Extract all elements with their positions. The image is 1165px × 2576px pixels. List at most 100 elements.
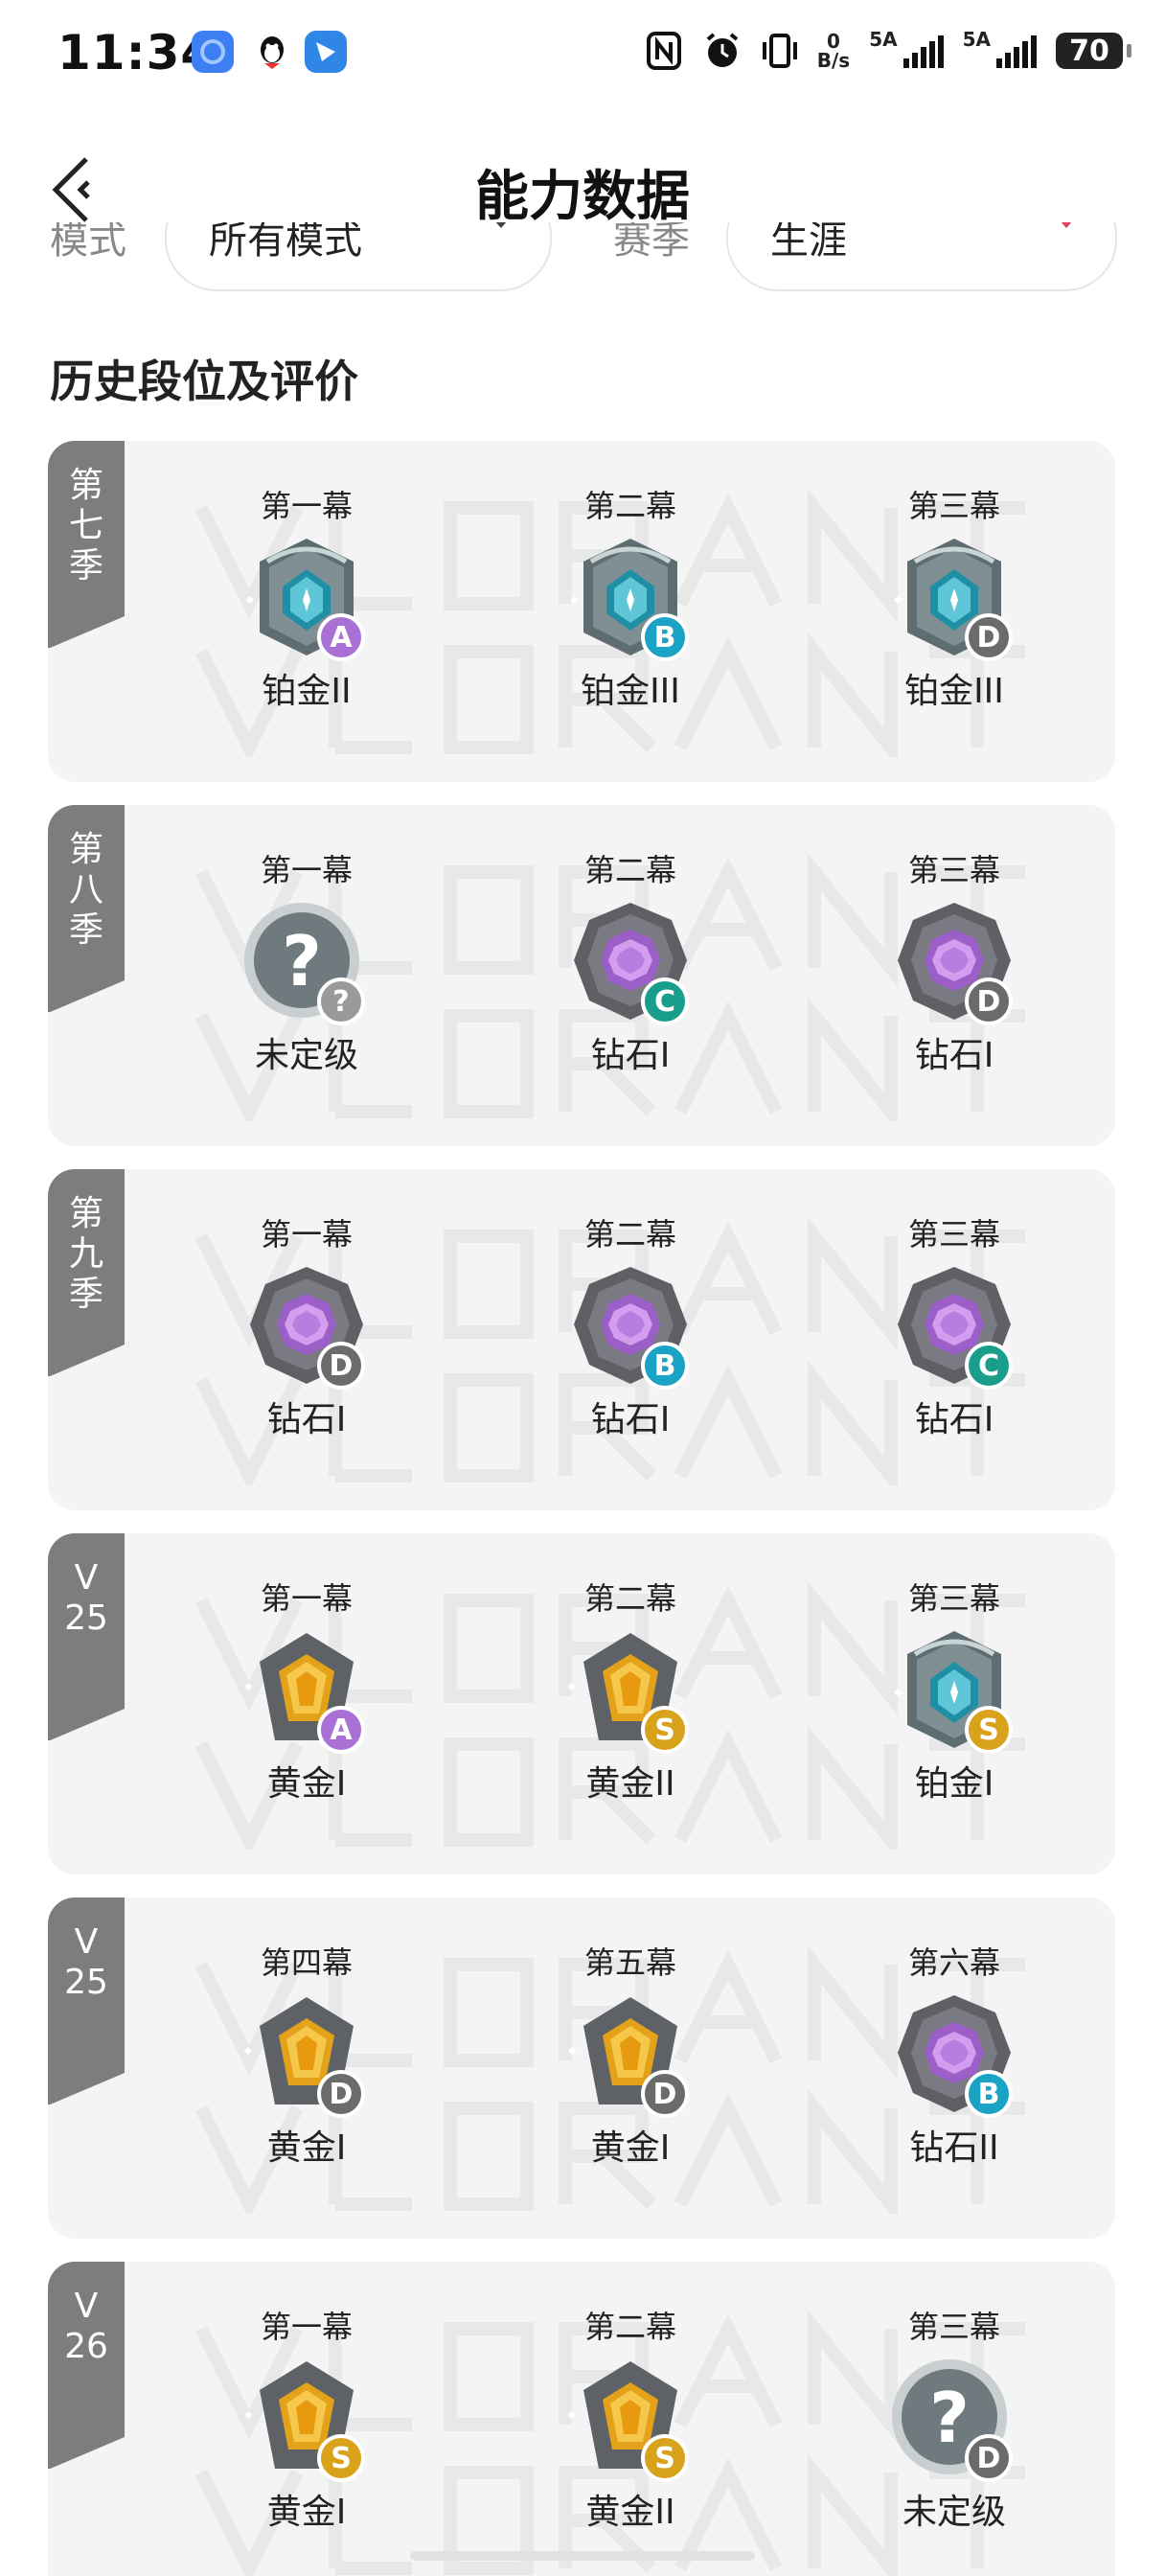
act-rank-item[interactable]: 第一幕 A 黄金I <box>201 1579 412 1806</box>
status-bar: 11:34 0 B/s 5A 5A 70 <box>0 0 1165 113</box>
platinum-rank-icon: D <box>882 533 1026 667</box>
act-name: 第二幕 <box>583 2309 676 2345</box>
signal-bars-icon <box>996 34 1037 68</box>
act-rank-item[interactable]: 第三幕 ? D 未定级 <box>849 2308 1060 2534</box>
rank-name: 黄金I <box>266 2493 347 2532</box>
act-rank-item[interactable]: 第三幕 D 铂金III <box>849 487 1060 713</box>
act-rank-item[interactable]: 第一幕 S 黄金I <box>201 2308 412 2534</box>
svg-text:?: ? <box>929 2378 970 2458</box>
act-rank-item[interactable]: 第三幕 C 钻石I <box>849 1215 1060 1441</box>
grade-badge: D <box>965 978 1013 1025</box>
grade-badge: B <box>641 1342 689 1390</box>
act-rank-item[interactable]: 第三幕 D 钻石I <box>849 851 1060 1077</box>
season-label: V 25 <box>64 1922 108 2002</box>
status-indicators: 0 B/s 5A 5A 70 <box>645 28 1131 73</box>
grade-badge: D <box>317 2070 365 2118</box>
season-label: V 26 <box>64 2287 108 2366</box>
sim1-label: 5A <box>869 28 898 51</box>
diamond-rank-icon: C <box>882 1261 1026 1395</box>
sim2-signal: 5A <box>963 28 1037 68</box>
act-rank-item[interactable]: 第一幕 ? ? 未定级 <box>201 851 412 1077</box>
section-title: 历史段位及评价 <box>50 356 358 407</box>
diamond-rank-icon: D <box>235 1261 378 1395</box>
rank-name: 铂金III <box>581 672 680 711</box>
act-rank-item[interactable]: 第二幕 S 黄金II <box>525 1579 736 1806</box>
act-name: 第二幕 <box>583 852 676 888</box>
act-rank-item[interactable]: 第一幕 A 铂金II <box>201 487 412 713</box>
grade-badge: ? <box>317 978 365 1025</box>
grade-badge: S <box>965 1706 1013 1754</box>
grade-badge: D <box>965 613 1013 661</box>
diamond-rank-icon: B <box>559 1261 702 1395</box>
chevron-down-icon <box>1060 222 1073 228</box>
act-rank-item[interactable]: 第二幕 C 钻石I <box>525 851 736 1077</box>
rank-name: 钻石I <box>266 1400 347 1439</box>
rank-name: 钻石I <box>914 1036 994 1075</box>
home-indicator[interactable] <box>410 2551 755 2561</box>
gold-rank-icon: S <box>559 2354 702 2488</box>
act-name: 第一幕 <box>260 1216 353 1253</box>
gold-rank-icon: D <box>235 1990 378 2124</box>
diamond-rank-icon: D <box>882 897 1026 1031</box>
season-card: 第 七 季 第一幕 A 铂金II 第二幕 B 铂金III 第三幕 D 铂金III <box>48 441 1115 782</box>
act-name: 第三幕 <box>907 1580 1000 1617</box>
net-speed-value: 0 <box>827 30 840 53</box>
season-tab: V 26 <box>48 2262 125 2470</box>
grade-badge: S <box>641 2434 689 2482</box>
season-card: V 25 第一幕 A 黄金I 第二幕 S 黄金II 第三幕 S 铂金I <box>48 1533 1115 1874</box>
season-filter-select[interactable]: 生涯 <box>726 222 1117 291</box>
season-label: 第 九 季 <box>68 1194 103 1314</box>
rank-name: 黄金I <box>590 2128 671 2168</box>
act-name: 第二幕 <box>583 1580 676 1617</box>
unranked-rank-icon: ? D <box>882 2354 1026 2488</box>
rank-name: 钻石II <box>909 2128 999 2168</box>
act-name: 第一幕 <box>260 2309 353 2345</box>
rank-name: 黄金II <box>585 2493 675 2532</box>
season-card: V 26 第一幕 S 黄金I 第二幕 S 黄金II 第三幕 ? D 未定级 <box>48 2262 1115 2576</box>
rank-name: 钻石I <box>590 1036 671 1075</box>
rank-name: 铂金I <box>914 1764 994 1804</box>
rank-name: 钻石I <box>590 1400 671 1439</box>
act-name: 第一幕 <box>260 852 353 888</box>
grade-badge: B <box>641 613 689 661</box>
act-rank-item[interactable]: 第二幕 S 黄金II <box>525 2308 736 2534</box>
act-rank-item[interactable]: 第二幕 B 铂金III <box>525 487 736 713</box>
act-name: 第二幕 <box>583 488 676 524</box>
act-name: 第六幕 <box>907 1944 1000 1981</box>
nfc-icon <box>645 29 683 73</box>
act-rank-item[interactable]: 第六幕 B 钻石II <box>849 1944 1060 2170</box>
season-tab: 第 九 季 <box>48 1169 125 1377</box>
rank-name: 钻石I <box>914 1400 994 1439</box>
act-name: 第一幕 <box>260 488 353 524</box>
qq-icon <box>251 31 293 73</box>
season-filter-value: 生涯 <box>770 222 847 263</box>
act-rank-item[interactable]: 第一幕 D 钻石I <box>201 1215 412 1441</box>
grade-badge: S <box>317 2434 365 2482</box>
net-speed-unit: B/s <box>816 49 851 72</box>
grade-badge: A <box>317 613 365 661</box>
sim2-label: 5A <box>962 28 991 51</box>
diamond-rank-icon: B <box>882 1990 1026 2124</box>
act-rank-item[interactable]: 第四幕 D 黄金I <box>201 1944 412 2170</box>
act-name: 第三幕 <box>907 2309 1000 2345</box>
act-rank-item[interactable]: 第二幕 B 钻石I <box>525 1215 736 1441</box>
signal-bars-icon <box>902 34 944 68</box>
grade-badge: C <box>965 1342 1013 1390</box>
gold-rank-icon: S <box>235 2354 378 2488</box>
battery-level: 70 <box>1069 34 1109 68</box>
ability-data-page: 11:34 0 B/s 5A 5A 70 能力数据 模式 所有模式 赛季 生涯 … <box>0 0 1165 2576</box>
platinum-rank-icon: A <box>235 533 378 667</box>
act-rank-item[interactable]: 第五幕 D 黄金I <box>525 1944 736 2170</box>
act-rank-item[interactable]: 第三幕 S 铂金I <box>849 1579 1060 1806</box>
diamond-rank-icon: C <box>559 897 702 1031</box>
season-card: 第 九 季 第一幕 D 钻石I 第二幕 B 钻石I 第三幕 C 钻石I <box>48 1169 1115 1510</box>
alarm-icon <box>702 29 741 73</box>
rank-name: 黄金I <box>266 1764 347 1804</box>
grade-badge: B <box>965 2070 1013 2118</box>
mode-filter-label: 模式 <box>50 222 126 263</box>
app-notification-icon <box>192 31 234 73</box>
season-card: V 25 第四幕 D 黄金I 第五幕 D 黄金I 第六幕 B 钻石II <box>48 1898 1115 2239</box>
act-name: 第三幕 <box>907 488 1000 524</box>
mode-filter-select[interactable]: 所有模式 <box>165 222 552 291</box>
season-label: 第 八 季 <box>68 830 103 950</box>
